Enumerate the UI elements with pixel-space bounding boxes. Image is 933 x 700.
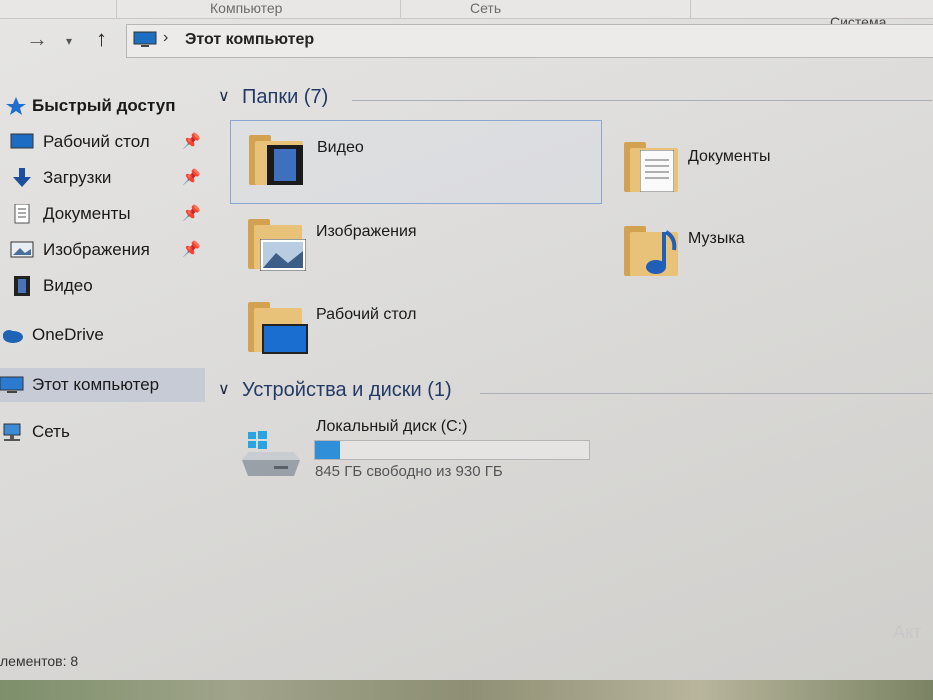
sidebar-item-quick-access[interactable]: Быстрый доступ bbox=[0, 90, 205, 122]
sidebar-item-desktop[interactable]: Рабочий стол 📌 bbox=[0, 126, 205, 158]
folder-icon bbox=[248, 215, 306, 271]
activation-watermark: Акт bbox=[893, 622, 922, 642]
pin-icon[interactable]: 📌 bbox=[182, 240, 201, 258]
file-explorer-window: Компьютер Сеть Система → ▾ ↑ › Этот комп… bbox=[0, 0, 933, 700]
section-divider bbox=[480, 393, 932, 394]
folder-tile-videos[interactable]: Видео bbox=[230, 120, 602, 204]
sidebar-item-label: Документы bbox=[43, 204, 131, 223]
tab-computer[interactable]: Компьютер bbox=[210, 0, 282, 18]
sidebar-item-label: Видео bbox=[43, 276, 93, 295]
forward-arrow-icon[interactable]: → bbox=[26, 26, 48, 52]
desktop-icon bbox=[262, 324, 308, 354]
folder-label: Видео bbox=[317, 139, 364, 156]
tab-network[interactable]: Сеть bbox=[470, 0, 501, 18]
folder-tile-pictures[interactable]: Изображения bbox=[230, 205, 600, 281]
ribbon-divider bbox=[400, 0, 401, 18]
sidebar-item-label: Рабочий стол bbox=[43, 132, 150, 151]
navigation-bar: → ▾ ↑ › Этот компьютер bbox=[0, 22, 933, 62]
folder-icon bbox=[624, 222, 680, 276]
drive-label: Локальный диск (C:) bbox=[316, 418, 468, 435]
address-bar[interactable]: › Этот компьютер bbox=[126, 24, 933, 58]
folders-section-title[interactable]: Папки (7) bbox=[242, 86, 328, 109]
ribbon-tabs: Компьютер Сеть bbox=[0, 0, 933, 19]
drive-usage-fill bbox=[315, 441, 340, 459]
sidebar-item-downloads[interactable]: Загрузки 📌 bbox=[0, 162, 205, 194]
ribbon-divider bbox=[116, 0, 117, 18]
sidebar-item-documents[interactable]: Документы 📌 bbox=[0, 198, 205, 230]
network-icon bbox=[3, 423, 21, 441]
sidebar-item-label: Загрузки bbox=[43, 168, 112, 187]
sidebar-item-network[interactable]: Сеть bbox=[0, 416, 205, 448]
sidebar-item-label: Этот компьютер bbox=[32, 375, 160, 394]
pin-icon[interactable]: 📌 bbox=[182, 132, 201, 150]
desktop-icon bbox=[10, 133, 34, 149]
collapse-chevron-icon[interactable]: ∨ bbox=[218, 86, 230, 106]
section-divider bbox=[352, 100, 932, 101]
folder-label: Изображения bbox=[316, 223, 417, 240]
collapse-chevron-icon[interactable]: ∨ bbox=[218, 379, 230, 399]
pin-icon[interactable]: 📌 bbox=[182, 204, 201, 222]
sidebar-item-onedrive[interactable]: OneDrive bbox=[0, 319, 205, 351]
hard-drive-icon bbox=[242, 431, 300, 476]
folder-tile-desktop[interactable]: Рабочий стол bbox=[230, 288, 600, 364]
sidebar-item-label: Быстрый доступ bbox=[32, 96, 176, 115]
devices-section-title[interactable]: Устройства и диски (1) bbox=[242, 379, 452, 402]
cloud-icon bbox=[3, 330, 23, 343]
status-item-count: лементов: 8 bbox=[0, 653, 79, 669]
folder-icon bbox=[249, 131, 305, 185]
pictures-icon bbox=[10, 241, 34, 258]
navigation-pane: Быстрый доступ Рабочий стол 📌 Загрузки 📌… bbox=[0, 70, 205, 650]
folder-label: Документы bbox=[688, 148, 771, 165]
breadcrumb-current[interactable]: Этот компьютер bbox=[185, 31, 314, 49]
sidebar-item-label: OneDrive bbox=[32, 325, 104, 344]
document-icon bbox=[640, 150, 674, 192]
folder-tile-documents[interactable]: Документы bbox=[620, 128, 920, 200]
film-icon bbox=[14, 276, 30, 296]
sidebar-item-pictures[interactable]: Изображения 📌 bbox=[0, 234, 205, 266]
taskbar-edge bbox=[0, 680, 933, 700]
star-icon bbox=[6, 97, 26, 115]
sidebar-item-videos[interactable]: Видео bbox=[0, 270, 205, 302]
computer-icon bbox=[133, 31, 157, 47]
up-arrow-icon[interactable]: ↑ bbox=[96, 26, 107, 52]
folder-icon bbox=[248, 298, 308, 354]
folder-icon bbox=[624, 138, 680, 192]
music-note-icon bbox=[646, 230, 677, 274]
document-icon bbox=[14, 204, 30, 224]
folder-label: Музыка bbox=[688, 230, 745, 247]
sidebar-item-label: Сеть bbox=[32, 422, 70, 441]
sidebar-item-this-pc[interactable]: Этот компьютер bbox=[0, 368, 205, 402]
sidebar-item-label: Изображения bbox=[43, 240, 150, 259]
ribbon-divider bbox=[690, 0, 691, 18]
folder-tile-music[interactable]: Музыка bbox=[620, 212, 920, 284]
pin-icon[interactable]: 📌 bbox=[182, 168, 201, 186]
download-arrow-icon bbox=[13, 168, 31, 187]
chevron-down-icon[interactable]: ▾ bbox=[66, 34, 72, 48]
landscape-icon bbox=[260, 239, 306, 271]
breadcrumb-chevron-icon[interactable]: › bbox=[163, 29, 168, 47]
computer-icon bbox=[0, 376, 24, 393]
drive-free-space: 845 ГБ свободно из 930 ГБ bbox=[315, 463, 503, 480]
film-icon bbox=[267, 145, 303, 185]
folder-label: Рабочий стол bbox=[316, 306, 417, 323]
drive-usage-bar bbox=[314, 440, 590, 460]
